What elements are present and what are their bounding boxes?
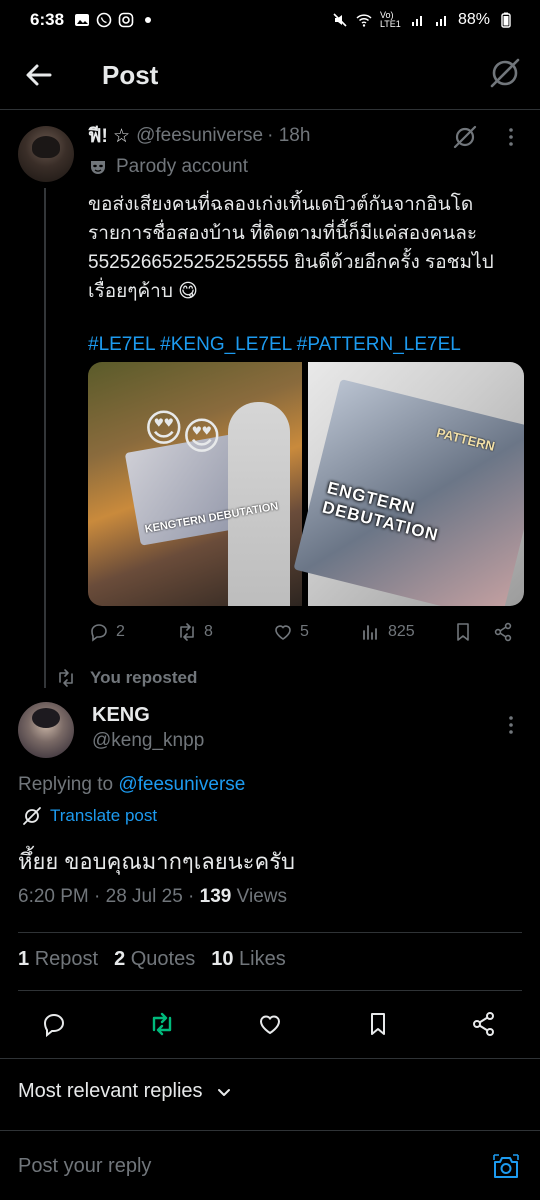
chevron-down-icon [217, 1088, 230, 1096]
display-name[interactable]: ฟี! ☆ [88, 121, 130, 151]
views-label: Views [231, 886, 287, 907]
camera-icon[interactable] [492, 1153, 520, 1181]
grok-icon [23, 807, 41, 825]
whatsapp-icon [96, 12, 112, 28]
replying-to: Replying to @feesuniverse [18, 774, 245, 796]
notification-icons [74, 12, 156, 28]
repost-indicator-label: You reposted [90, 668, 198, 687]
engagement-stats: 1 Repost 2 Quotes 10 Likes [18, 948, 286, 971]
parody-label: Parody account [116, 156, 249, 177]
parody-badge: Parody account [88, 154, 528, 180]
translate-label: Translate post [50, 806, 158, 825]
post-media[interactable]: KENGTERN DEBUTATION 😍 😍 PATTERN ENGTERN … [88, 362, 524, 606]
display-name[interactable]: KENG [92, 704, 150, 727]
repost-count: 8 [204, 623, 213, 640]
repost-indicator: You reposted [56, 668, 197, 688]
replying-mention[interactable]: @feesuniverse [118, 774, 245, 795]
focused-post-actions [0, 1004, 540, 1046]
status-time: 6:38 [30, 10, 65, 29]
battery-percent: 88% [457, 11, 490, 28]
repost-icon[interactable] [148, 1010, 176, 1038]
post-text: หึ้ยย ขอบคุณมากๆเลยนะครับ [18, 849, 295, 874]
post-actions: 2 8 5 825 [88, 618, 516, 646]
reply-icon [91, 624, 107, 642]
views-action[interactable]: 825 [360, 618, 415, 646]
repost-icon [180, 623, 194, 641]
divider [18, 932, 522, 933]
media-image-2[interactable]: PATTERN ENGTERN DEBUTATION [293, 362, 524, 606]
reply-action[interactable]: 2 [88, 618, 125, 646]
battery-icon [501, 12, 511, 28]
bookmark-icon[interactable] [452, 618, 474, 646]
heart-eyes-emoji: 😍 [182, 416, 222, 458]
reply-sort-dropdown[interactable]: Most relevant replies [18, 1080, 233, 1103]
repost-icon [59, 669, 73, 687]
likes-stat[interactable]: 10 Likes [211, 948, 286, 971]
reposts-stat[interactable]: 1 Repost [18, 948, 98, 971]
mask-icon [91, 161, 105, 174]
replying-prefix: Replying to [18, 774, 119, 795]
bookmark-icon[interactable] [364, 1010, 392, 1038]
reply-sort-label: Most relevant replies [18, 1080, 203, 1102]
media-image-1[interactable]: KENGTERN DEBUTATION 😍 😍 [88, 362, 302, 606]
reply-icon[interactable] [40, 1010, 68, 1038]
more-options-icon[interactable] [500, 126, 522, 148]
heart-icon [275, 625, 291, 640]
gallery-icon [75, 14, 90, 26]
reply-composer [0, 1130, 540, 1200]
back-arrow-icon[interactable] [22, 58, 56, 92]
network-label: Vo) LTE1 [379, 10, 401, 29]
repost-action[interactable]: 8 [176, 618, 213, 646]
user-handle[interactable]: @keng_knpp [92, 730, 204, 752]
status-bar: 6:38 Vo) LTE1 88% [0, 0, 540, 40]
like-action[interactable]: 5 [272, 618, 309, 646]
divider [0, 1058, 540, 1059]
signal-icon [411, 16, 422, 26]
dot-icon [145, 17, 152, 23]
post-age: · 18h [267, 125, 311, 146]
post-text: ขอส่งเสียงคนที่ฉลองเก่งเทิ้นเดบิวต์กันจา… [88, 194, 494, 302]
grok-icon[interactable] [488, 56, 522, 90]
post-timestamp: 6:20 PM · 28 Jul 25 · [18, 886, 200, 907]
more-options-icon[interactable] [500, 714, 522, 736]
page-title: Post [102, 60, 159, 90]
heart-eyes-emoji: 😍 [144, 408, 184, 450]
view-count: 825 [388, 623, 415, 640]
original-post[interactable]: ฟี! ☆ @feesuniverse · 18h Parody account… [88, 122, 528, 362]
mute-icon [333, 13, 347, 27]
avatar[interactable] [18, 702, 74, 758]
reply-count: 2 [116, 623, 125, 640]
share-icon[interactable] [492, 618, 514, 646]
heart-icon[interactable] [256, 1010, 284, 1038]
translate-post-link[interactable]: Translate post [22, 806, 157, 826]
quotes-stat[interactable]: 2 Quotes [114, 948, 195, 971]
grok-icon[interactable] [452, 124, 478, 150]
share-icon[interactable] [470, 1010, 498, 1038]
hashtags[interactable]: #LE7EL #KENG_LE7EL #PATTERN_LE7EL [88, 334, 528, 362]
instagram-icon [118, 12, 134, 28]
reply-input[interactable] [18, 1155, 438, 1178]
post-meta: 6:20 PM · 28 Jul 25 · 139 Views [18, 886, 287, 908]
like-count: 5 [300, 623, 309, 640]
views-icon [363, 625, 377, 640]
views-count: 139 [199, 886, 232, 907]
thread-connector-line [44, 188, 46, 688]
avatar[interactable] [18, 126, 74, 182]
divider [18, 990, 522, 991]
wifi-icon [356, 14, 372, 27]
top-bar: Post [0, 40, 540, 110]
system-icons: Vo) LTE1 88% [332, 11, 514, 29]
user-handle[interactable]: @feesuniverse [136, 125, 263, 147]
signal-icon-2 [435, 16, 446, 26]
